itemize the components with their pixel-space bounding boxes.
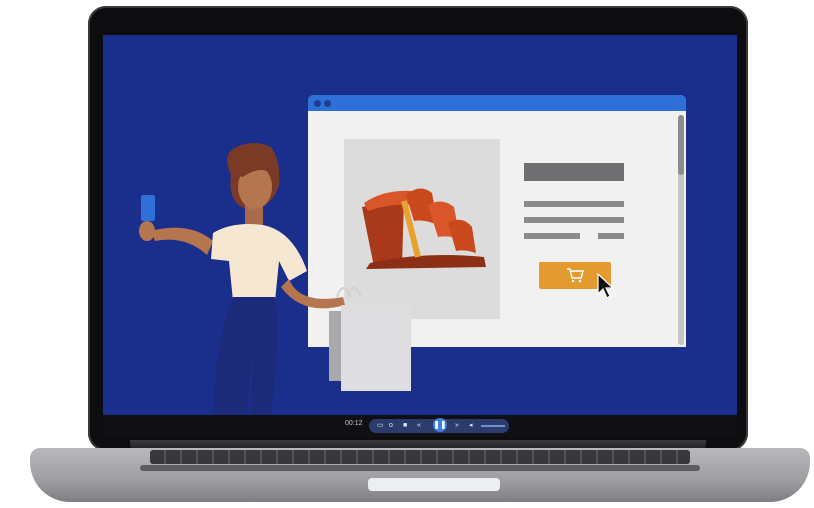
trackpad <box>368 478 500 491</box>
keyboard-row <box>140 465 700 471</box>
stop-icon[interactable]: ■ <box>403 421 407 431</box>
forward-icon[interactable]: » <box>455 421 459 431</box>
captions-icon[interactable]: ▭ <box>377 421 384 431</box>
volume-icon[interactable]: ◂ <box>469 421 473 431</box>
volume-slider[interactable] <box>481 425 505 427</box>
settings-icon[interactable]: o <box>389 421 393 431</box>
keyboard <box>150 450 690 464</box>
pause-button[interactable]: ❚❚ <box>433 418 447 432</box>
credit-card-icon <box>141 195 155 221</box>
laptop: 00:12 ▭ o ■ « ❚❚ » ◂ <box>0 0 814 508</box>
player-controls: ▭ o ■ « ❚❚ » ◂ <box>369 418 509 433</box>
video-screen[interactable] <box>103 35 737 415</box>
video-player-bar: 00:12 ▭ o ■ « ❚❚ » ◂ <box>103 415 737 437</box>
rewind-icon[interactable]: « <box>417 421 421 431</box>
shopper-illustration <box>139 143 411 415</box>
time-label: 00:12 <box>345 420 363 427</box>
